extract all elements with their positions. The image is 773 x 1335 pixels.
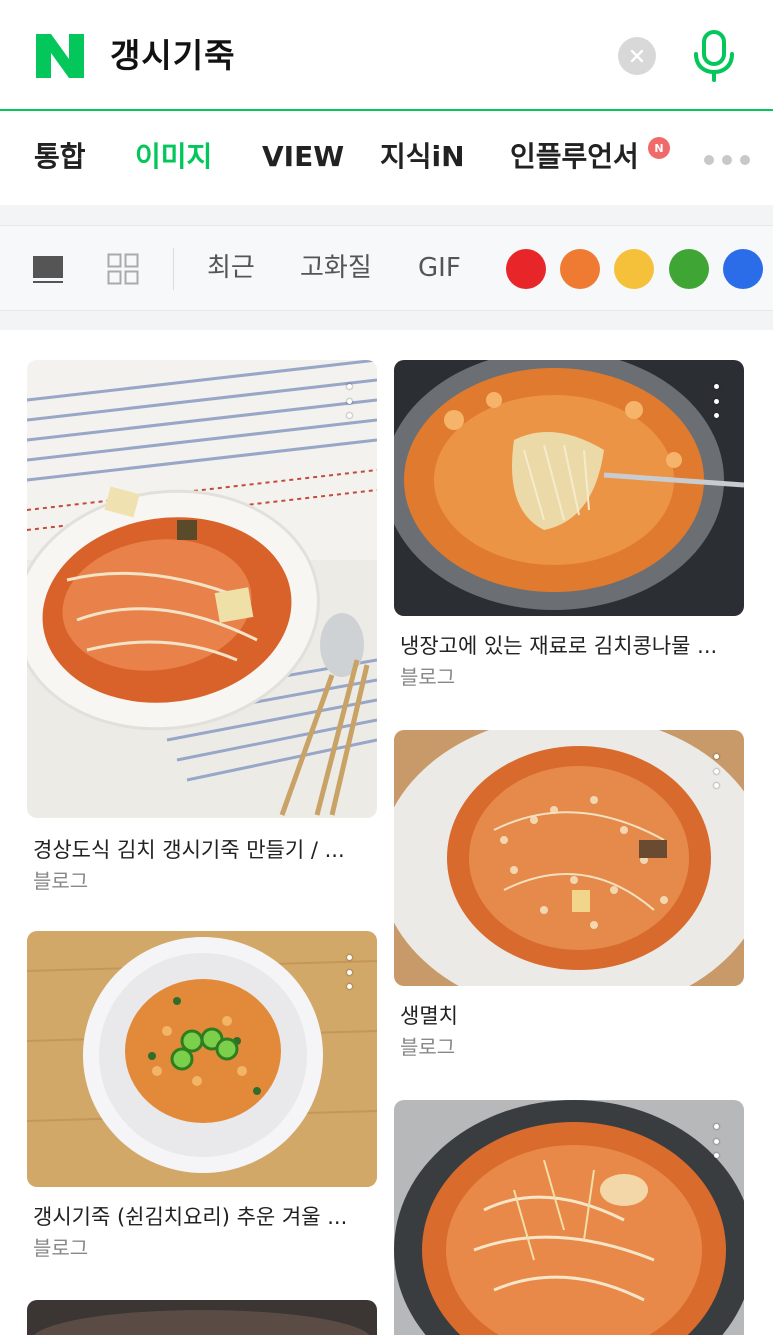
more-options-icon[interactable] <box>706 1124 726 1158</box>
result-source: 블로그 <box>400 1035 456 1059</box>
more-options-icon[interactable] <box>706 384 726 418</box>
result-card[interactable]: 경상도식 김치 갱시기죽 만들기 / ... 블로그 <box>27 360 377 900</box>
image-results-grid: 경상도식 김치 갱시기죽 만들기 / ... 블로그 냉장고에 있는 재료로 김… <box>0 330 773 1335</box>
result-title[interactable]: 경상도식 김치 갱시기죽 만들기 / ... <box>33 836 345 864</box>
more-options-icon[interactable] <box>706 754 726 788</box>
color-filter-yellow[interactable] <box>614 249 654 289</box>
result-thumbnail[interactable] <box>27 931 377 1187</box>
microphone-icon <box>694 30 734 82</box>
tab-knowledge-in[interactable]: 지식iN <box>380 139 465 175</box>
result-card[interactable]: 갱시기죽 (쉰김치요리) 추운 겨울 ... 블로그 <box>27 931 377 1271</box>
grid-view-icon[interactable] <box>107 253 139 285</box>
tab-view[interactable]: VIEW <box>262 139 344 175</box>
naver-logo-icon[interactable] <box>36 34 84 78</box>
search-bar: 갱시기죽 <box>0 0 773 111</box>
result-source: 블로그 <box>400 665 456 689</box>
tab-integrated[interactable]: 통합 <box>34 139 86 175</box>
result-title[interactable]: 냉장고에 있는 재료로 김치콩나물 ... <box>400 632 717 660</box>
result-source: 블로그 <box>33 1236 89 1260</box>
voice-search-button[interactable] <box>690 28 738 84</box>
close-icon <box>630 49 644 63</box>
single-view-icon[interactable] <box>32 253 64 285</box>
filter-recent[interactable]: 최근 <box>207 250 255 286</box>
more-options-icon[interactable] <box>339 955 359 989</box>
tab-images[interactable]: 이미지 <box>135 139 212 175</box>
new-badge: N <box>648 137 670 159</box>
filter-high-quality[interactable]: 고화질 <box>300 250 372 286</box>
color-filter-blue[interactable] <box>723 249 763 289</box>
result-card[interactable] <box>27 1300 377 1335</box>
more-tabs-icon[interactable] <box>704 155 750 165</box>
search-query[interactable]: 갱시기죽 <box>110 34 235 78</box>
result-thumbnail[interactable] <box>27 1300 377 1335</box>
clear-search-button[interactable] <box>618 37 656 75</box>
result-thumbnail[interactable] <box>394 730 744 986</box>
more-options-icon[interactable] <box>339 384 359 418</box>
result-title[interactable]: 갱시기죽 (쉰김치요리) 추운 겨울 ... <box>33 1203 347 1231</box>
result-thumbnail[interactable] <box>27 360 377 818</box>
result-thumbnail[interactable] <box>394 1100 744 1335</box>
result-card[interactable]: 생멸치 블로그 <box>394 730 744 1070</box>
result-card[interactable]: 냉장고에 있는 재료로 김치콩나물 ... 블로그 <box>394 360 744 700</box>
filter-gif[interactable]: GIF <box>418 250 461 286</box>
color-filter-green[interactable] <box>669 249 709 289</box>
result-thumbnail[interactable] <box>394 360 744 616</box>
filter-divider <box>173 248 174 290</box>
color-filter-red[interactable] <box>506 249 546 289</box>
result-card[interactable] <box>394 1100 744 1335</box>
color-filter-orange[interactable] <box>560 249 600 289</box>
result-source: 블로그 <box>33 869 89 893</box>
result-title[interactable]: 생멸치 <box>400 1002 458 1030</box>
image-filter-bar: 최근 고화질 GIF <box>0 225 773 311</box>
search-tabs: 통합 이미지 VIEW 지식iN 인플루언서 N <box>0 111 773 205</box>
tab-influencer[interactable]: 인플루언서 <box>510 139 639 175</box>
